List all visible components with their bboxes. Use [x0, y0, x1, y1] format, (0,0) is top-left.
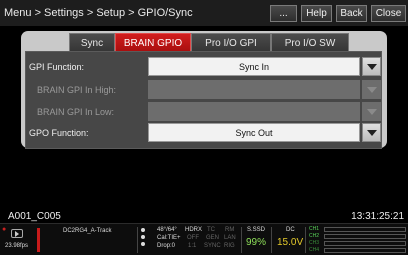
gpo-function-select[interactable]: Sync Out: [148, 123, 360, 142]
status-dot: [141, 235, 145, 239]
rig-readout: RIG: [224, 243, 235, 249]
status-dots: [141, 228, 145, 246]
title-bar: Menu > Settings > Setup > GPIO/Sync ... …: [0, 0, 408, 26]
record-logo-icon: ●: [2, 226, 7, 233]
audio-meter: [324, 248, 406, 253]
divider: [137, 227, 138, 253]
fps-readout: 23.98fps: [5, 243, 29, 249]
timecode: 13:31:25:21: [351, 211, 404, 222]
breadcrumb: Menu > Settings > Setup > GPIO/Sync: [4, 7, 193, 19]
media-percent: 99%: [246, 237, 267, 248]
divider: [271, 227, 272, 253]
brain-gpi-in-low-select: [148, 102, 360, 121]
chevron-down-icon: [366, 86, 377, 93]
shutter-readout: 48°/64°: [157, 227, 177, 233]
audio-channel-1: CH1: [309, 226, 320, 232]
rm-readout: RM: [225, 227, 235, 233]
gpo-function-row: GPO Function: Sync Out: [29, 123, 381, 144]
lan-readout: LAN: [224, 235, 236, 241]
audio-meter: [324, 234, 406, 239]
status-dot: [141, 228, 145, 232]
help-button[interactable]: Help: [301, 5, 332, 22]
audio-channel-4: CH4: [309, 247, 320, 253]
chevron-down-icon: [366, 129, 377, 136]
playback-icon[interactable]: [11, 229, 23, 238]
hdrx-readout: HDRX: [185, 227, 203, 233]
brain-gpi-in-high-dropdown-button: [362, 80, 381, 99]
gpi-function-label: GPI Function:: [29, 62, 85, 72]
brain-gpi-in-low-row: BRAIN GPI In Low:: [29, 102, 381, 123]
brain-gpi-in-low-dropdown-button: [362, 102, 381, 121]
brain-gpi-in-high-select: [148, 80, 360, 99]
more-button[interactable]: ...: [270, 5, 297, 22]
gpo-function-dropdown-button[interactable]: [362, 123, 381, 142]
off-readout: OFF: [187, 235, 199, 241]
power-readout: DC: [286, 227, 295, 233]
brain-gpi-in-high-row: BRAIN GPI In High:: [29, 80, 381, 101]
status-bar: ● 23.98fps DC2RG4_A-Track 48°/64° HDRX T…: [0, 223, 408, 255]
record-block: ● 23.98fps: [2, 226, 36, 254]
audio-channel-2: CH2: [309, 233, 320, 239]
codec-readout: DC2RG4_A-Track: [63, 228, 112, 234]
media-readout: S.SSD: [247, 227, 266, 233]
chevron-down-icon: [366, 108, 377, 115]
divider: [241, 227, 242, 253]
back-button[interactable]: Back: [336, 5, 367, 22]
audio-meter: [324, 241, 406, 246]
divider: [305, 227, 306, 253]
gpo-function-label: GPO Function:: [29, 128, 89, 138]
audio-meter: [324, 227, 406, 232]
gpi-function-row: GPI Function: Sync In: [29, 57, 381, 78]
gpi-function-select[interactable]: Sync In: [148, 57, 360, 76]
ratio-readout: 1:1: [188, 243, 197, 249]
brain-gpi-in-high-label: BRAIN GPI In High:: [37, 85, 117, 95]
gen-readout: GEN: [206, 235, 220, 241]
brain-gpi-in-low-label: BRAIN GPI In Low:: [37, 107, 115, 117]
status-dot: [141, 242, 145, 246]
chevron-down-icon: [366, 63, 377, 70]
close-button[interactable]: Close: [371, 5, 406, 22]
title-buttons: ... Help Back Close: [270, 5, 406, 22]
clip-name: A001_C005: [8, 211, 61, 222]
cal-readout: Cal:TIE+: [157, 235, 181, 241]
audio-channel-3: CH3: [309, 240, 320, 246]
tc-readout: TC: [207, 227, 215, 233]
voltage-readout: 15.0V: [277, 237, 304, 248]
record-indicator: [37, 228, 40, 252]
drop-readout: Drop:0: [157, 243, 176, 249]
gpi-function-dropdown-button[interactable]: [362, 57, 381, 76]
sync-readout: SYNC: [204, 243, 221, 249]
